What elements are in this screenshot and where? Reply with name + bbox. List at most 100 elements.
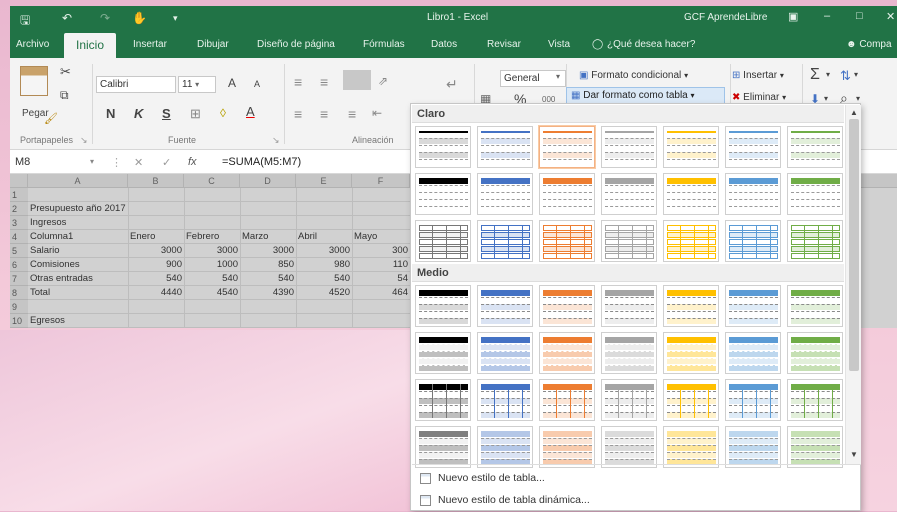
insert-cells-button[interactable]: ⊞ Insertar ▾ [732,70,784,81]
cancel-edit-icon[interactable]: ✕ [134,156,143,169]
column-header-e[interactable]: E [296,174,352,188]
insert-function-icon[interactable]: fx [188,156,197,168]
sheet-cell[interactable] [184,202,240,216]
find-dropdown-icon[interactable]: ▾ [856,94,860,103]
sheet-cell[interactable] [28,300,128,314]
sheet-cell[interactable]: 3000 [296,244,352,258]
table-style-thumbnail[interactable] [601,426,657,468]
table-style-thumbnail[interactable] [725,426,781,468]
conditional-format-button[interactable]: ▣ Formato condicional ▾ [579,70,688,81]
sheet-cell[interactable] [296,300,352,314]
sheet-cell[interactable]: Mayo [352,230,410,244]
sheet-cell[interactable]: Total [28,286,128,300]
align-center-icon[interactable]: ≡ [320,106,328,122]
sheet-cell[interactable]: Comisiones [28,258,128,272]
sheet-cell[interactable] [184,300,240,314]
fill-color-icon[interactable]: ◊ [220,106,226,120]
column-header-b[interactable]: B [128,174,184,188]
format-painter-icon[interactable]: 🖌 [44,112,58,125]
sheet-cell[interactable]: Febrero [184,230,240,244]
select-all-corner[interactable] [10,174,28,188]
table-style-thumbnail[interactable] [415,332,471,374]
table-style-thumbnail[interactable] [601,332,657,374]
sheet-cell[interactable]: Marzo [240,230,296,244]
sheet-cell[interactable]: 540 [184,272,240,286]
touch-mode-icon[interactable]: ✋ [132,11,147,25]
qat-dropdown-icon[interactable]: ▾ [173,13,178,24]
italic-button[interactable]: K [134,106,143,121]
sheet-cell[interactable] [240,202,296,216]
sheet-cell[interactable]: 4390 [240,286,296,300]
table-style-thumbnail[interactable] [725,220,781,262]
bold-button[interactable]: N [106,106,115,121]
column-header-a[interactable]: A [28,174,128,188]
sheet-cell[interactable]: 1000 [184,258,240,272]
gallery-scrollbar[interactable]: ▲ ▼ [845,105,861,464]
sheet-cell[interactable]: 900 [128,258,184,272]
delete-cells-button[interactable]: ✖ Eliminar ▾ [732,92,786,103]
table-style-thumbnail[interactable] [477,379,533,421]
sheet-cell[interactable] [352,202,410,216]
row-header[interactable]: 7 [10,272,28,286]
table-style-thumbnail[interactable] [725,379,781,421]
table-style-thumbnail[interactable] [539,379,595,421]
table-style-thumbnail[interactable] [601,173,657,215]
undo-icon[interactable]: ↶ [62,11,72,25]
scroll-down-icon[interactable]: ▼ [848,449,860,461]
font-color-button[interactable]: A [246,104,255,119]
table-style-thumbnail[interactable] [539,173,595,215]
table-style-thumbnail[interactable] [601,379,657,421]
sheet-cell[interactable]: 4440 [128,286,184,300]
row-header[interactable]: 5 [10,244,28,258]
sheet-cell[interactable] [352,216,410,230]
row-header[interactable]: 9 [10,300,28,314]
tab-formulas[interactable]: Fórmulas [363,39,405,50]
tab-datos[interactable]: Datos [431,39,457,50]
sheet-cell[interactable] [240,300,296,314]
new-table-style-item[interactable]: Nuevo estilo de tabla... [412,468,844,490]
sheet-cell[interactable]: Ingresos [28,216,128,230]
table-style-thumbnail[interactable] [539,126,595,168]
sheet-cell[interactable]: Egresos [28,314,128,328]
table-style-thumbnail[interactable] [601,220,657,262]
align-top-icon[interactable]: ≡ [294,74,302,90]
table-style-thumbnail[interactable] [477,332,533,374]
sort-dropdown-icon[interactable]: ▾ [854,70,858,79]
table-style-thumbnail[interactable] [477,173,533,215]
row-header[interactable]: 6 [10,258,28,272]
tab-revisar[interactable]: Revisar [487,39,521,50]
table-style-thumbnail[interactable] [663,379,719,421]
sheet-cell[interactable] [352,300,410,314]
tab-insertar[interactable]: Insertar [133,39,167,50]
row-header[interactable]: 4 [10,230,28,244]
tab-diseno-pagina[interactable]: Diseño de página [257,39,335,50]
save-icon[interactable]: 🖫 [20,11,30,32]
table-style-thumbnail[interactable] [663,220,719,262]
wrap-text-icon[interactable]: ↵ [446,76,458,93]
sheet-cell[interactable]: 540 [296,272,352,286]
sheet-cell[interactable]: 4540 [184,286,240,300]
table-style-thumbnail[interactable] [725,126,781,168]
formula-input[interactable]: =SUMA(M5:M7) [222,156,301,168]
scrollbar-thumb[interactable] [849,119,859,371]
sheet-cell[interactable]: 540 [128,272,184,286]
row-header[interactable]: 3 [10,216,28,230]
table-style-thumbnail[interactable] [477,220,533,262]
sheet-cell[interactable] [184,314,240,328]
table-style-thumbnail[interactable] [415,220,471,262]
column-header-c[interactable]: C [184,174,240,188]
table-style-thumbnail[interactable] [539,285,595,327]
share-button[interactable]: ☻ Compa [846,39,892,50]
sheet-cell[interactable]: Presupuesto año 2017 [28,202,128,216]
align-right-icon[interactable]: ≡ [348,106,356,122]
column-header-f[interactable]: F [352,174,410,188]
sheet-cell[interactable] [128,216,184,230]
tab-dibujar[interactable]: Dibujar [197,39,229,50]
table-style-thumbnail[interactable] [415,173,471,215]
sheet-cell[interactable] [240,188,296,202]
row-header[interactable]: 8 [10,286,28,300]
user-name[interactable]: GCF AprendeLibre [684,12,767,23]
align-bottom-icon[interactable] [343,70,371,90]
table-style-thumbnail[interactable] [415,426,471,468]
sheet-cell[interactable] [184,216,240,230]
